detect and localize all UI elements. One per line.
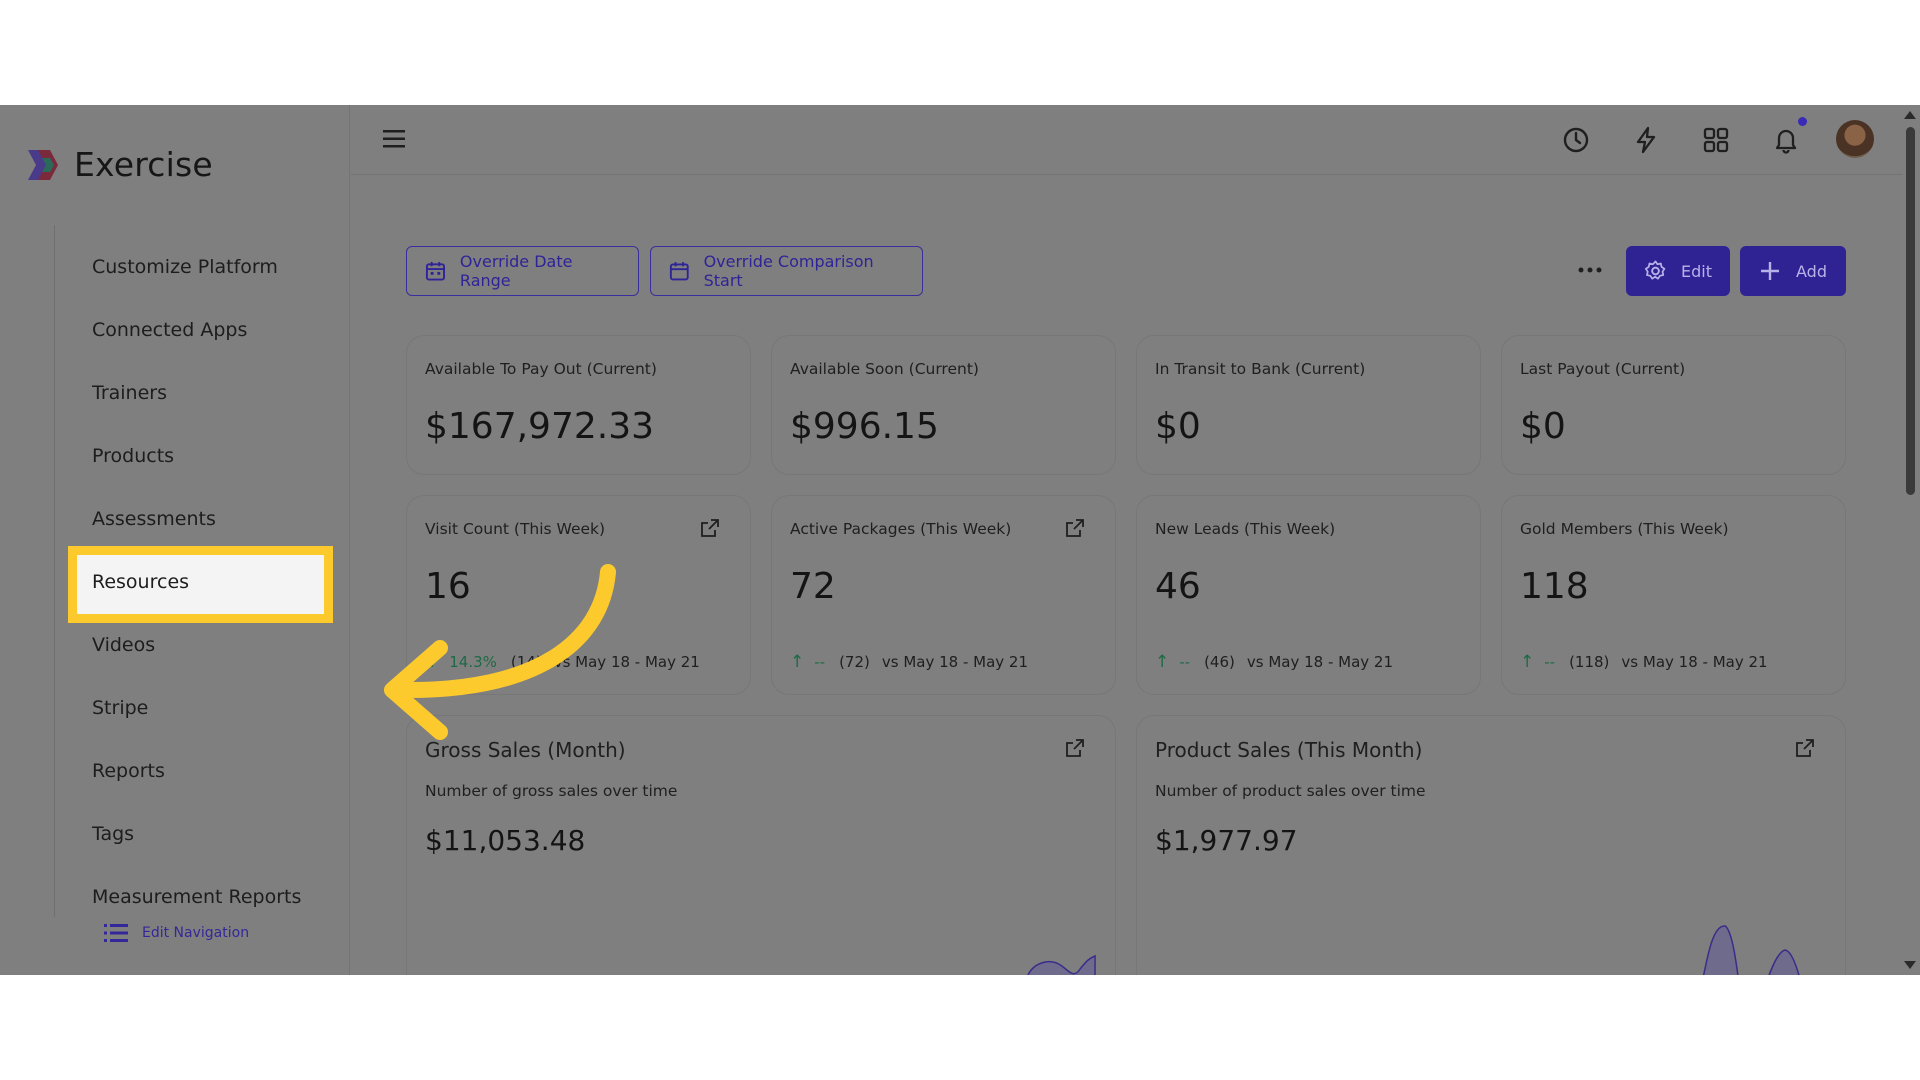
stat-card-gold-members: Gold Members (This Week) 118 ↑ -- (118) …	[1501, 495, 1846, 695]
card-subtitle: Number of gross sales over time	[425, 782, 678, 800]
card-amount: $11,053.48	[425, 824, 586, 857]
lightning-icon[interactable]	[1631, 125, 1661, 155]
stat-value: 118	[1520, 566, 1589, 607]
external-link-icon[interactable]	[1065, 738, 1085, 758]
card-amount: $1,977.97	[1155, 824, 1298, 857]
nav-divider	[54, 225, 55, 917]
app-window: Exercise Customize Platform Connected Ap…	[0, 105, 1920, 975]
external-link-icon[interactable]	[1065, 518, 1085, 538]
override-comparison-start-button[interactable]: Override Comparison Start	[650, 246, 923, 296]
override-date-range-label: Override Date Range	[459, 252, 573, 290]
stat-value: 46	[1155, 566, 1201, 607]
stat-card-active-packages: Active Packages (This Week) 72 ↑ -- (72)…	[771, 495, 1116, 695]
override-comparison-start-label: Override Comparison Start	[703, 252, 874, 290]
sidebar-item-customize-platform[interactable]: Customize Platform	[92, 251, 278, 283]
stat-card-available-payout: Available To Pay Out (Current) $167,972.…	[406, 335, 751, 475]
product-sales-sparkline	[1702, 925, 1800, 975]
trend-previous: (46)	[1204, 653, 1235, 671]
stat-value: 72	[790, 566, 836, 607]
menu-icon[interactable]	[381, 125, 409, 153]
stat-label: New Leads (This Week)	[1155, 520, 1336, 538]
stat-value: $996.15	[790, 406, 939, 447]
stat-label: Gold Members (This Week)	[1520, 520, 1729, 538]
scrollbar-thumb[interactable]	[1906, 127, 1915, 495]
stat-value: $167,972.33	[425, 406, 655, 447]
sidebar-item-connected-apps[interactable]: Connected Apps	[92, 314, 247, 346]
edit-navigation-link[interactable]: Edit Navigation	[104, 923, 249, 943]
add-widget-button[interactable]: Add	[1740, 246, 1846, 296]
sidebar-item-stripe[interactable]: Stripe	[92, 692, 148, 724]
card-subtitle: Number of product sales over time	[1155, 782, 1426, 800]
more-options-icon[interactable]	[1577, 263, 1603, 277]
trend-previous: (118)	[1569, 653, 1610, 671]
stat-label: Active Packages (This Week)	[790, 520, 1012, 538]
top-bar	[351, 105, 1906, 175]
app-name: Exercise	[74, 145, 213, 184]
trend-row: ↑ -- (72) vs May 18 - May 21	[790, 652, 1028, 672]
override-date-range-button[interactable]: Override Date Range	[406, 246, 639, 296]
sidebar-item-resources[interactable]: Resources	[92, 566, 189, 598]
scroll-down-arrow-icon[interactable]	[1904, 961, 1916, 969]
external-link-icon[interactable]	[1795, 738, 1815, 758]
trend-row: ↑ -- (46) vs May 18 - May 21	[1155, 652, 1393, 672]
sidebar-item-reports[interactable]: Reports	[92, 755, 165, 787]
trend-change: --	[1544, 653, 1556, 671]
trend-up-icon: ↑	[790, 652, 805, 672]
card-title: Product Sales (This Month)	[1155, 738, 1423, 762]
trend-comparison: vs May 18 - May 21	[1621, 653, 1768, 671]
edit-dashboard-button[interactable]: Edit	[1626, 246, 1730, 296]
sidebar-item-assessments[interactable]: Assessments	[92, 503, 216, 535]
calendar-icon	[425, 261, 445, 281]
clock-icon[interactable]	[1561, 125, 1591, 155]
stat-label: Available To Pay Out (Current)	[425, 360, 657, 378]
avatar[interactable]	[1836, 120, 1874, 158]
stat-card-last-payout: Last Payout (Current) $0	[1501, 335, 1846, 475]
notification-dot	[1798, 117, 1807, 126]
external-link-icon[interactable]	[700, 518, 720, 538]
sidebar-item-videos[interactable]: Videos	[92, 629, 155, 661]
trend-change: --	[814, 653, 826, 671]
stat-card-available-soon: Available Soon (Current) $996.15	[771, 335, 1116, 475]
trend-row: ↑ -- (118) vs May 18 - May 21	[1520, 652, 1768, 672]
stat-label: Visit Count (This Week)	[425, 520, 606, 538]
trend-comparison: vs May 18 - May 21	[881, 653, 1029, 671]
stat-value: $0	[1520, 406, 1566, 447]
stat-card-new-leads: New Leads (This Week) 46 ↑ -- (46) vs Ma…	[1136, 495, 1481, 695]
tutorial-pointer-arrow-icon	[384, 564, 616, 740]
list-icon	[104, 924, 128, 942]
logo[interactable]: Exercise	[24, 145, 213, 184]
trend-change: --	[1179, 653, 1191, 671]
sidebar-item-products[interactable]: Products	[92, 440, 174, 472]
trend-up-icon: ↑	[1520, 652, 1535, 672]
stat-label: In Transit to Bank (Current)	[1155, 360, 1366, 378]
add-button-label: Add	[1796, 261, 1827, 281]
stat-label: Available Soon (Current)	[790, 360, 979, 378]
product-sales-card: Product Sales (This Month) Number of pro…	[1136, 715, 1846, 975]
exercise-logo-icon	[28, 149, 58, 180]
stat-value: $0	[1155, 406, 1201, 447]
sidebar: Exercise Customize Platform Connected Ap…	[0, 105, 350, 975]
edit-button-label: Edit	[1681, 261, 1712, 281]
bell-icon[interactable]	[1771, 125, 1801, 155]
plus-icon	[1761, 262, 1779, 280]
scroll-up-arrow-icon[interactable]	[1904, 111, 1916, 119]
trend-comparison: vs May 18 - May 21	[1246, 653, 1394, 671]
sidebar-item-measurement-reports[interactable]: Measurement Reports	[92, 881, 301, 913]
trend-previous: (72)	[839, 653, 870, 671]
stat-label: Last Payout (Current)	[1520, 360, 1686, 378]
edit-navigation-label: Edit Navigation	[142, 925, 250, 941]
calendar-icon	[669, 262, 689, 281]
apps-grid-icon[interactable]	[1701, 125, 1731, 155]
sidebar-item-trainers[interactable]: Trainers	[92, 377, 167, 409]
gross-sales-sparkline	[1027, 954, 1096, 975]
gear-icon	[1644, 260, 1666, 280]
stat-card-in-transit: In Transit to Bank (Current) $0	[1136, 335, 1481, 475]
trend-up-icon: ↑	[1155, 652, 1170, 672]
sidebar-item-tags[interactable]: Tags	[92, 818, 134, 850]
